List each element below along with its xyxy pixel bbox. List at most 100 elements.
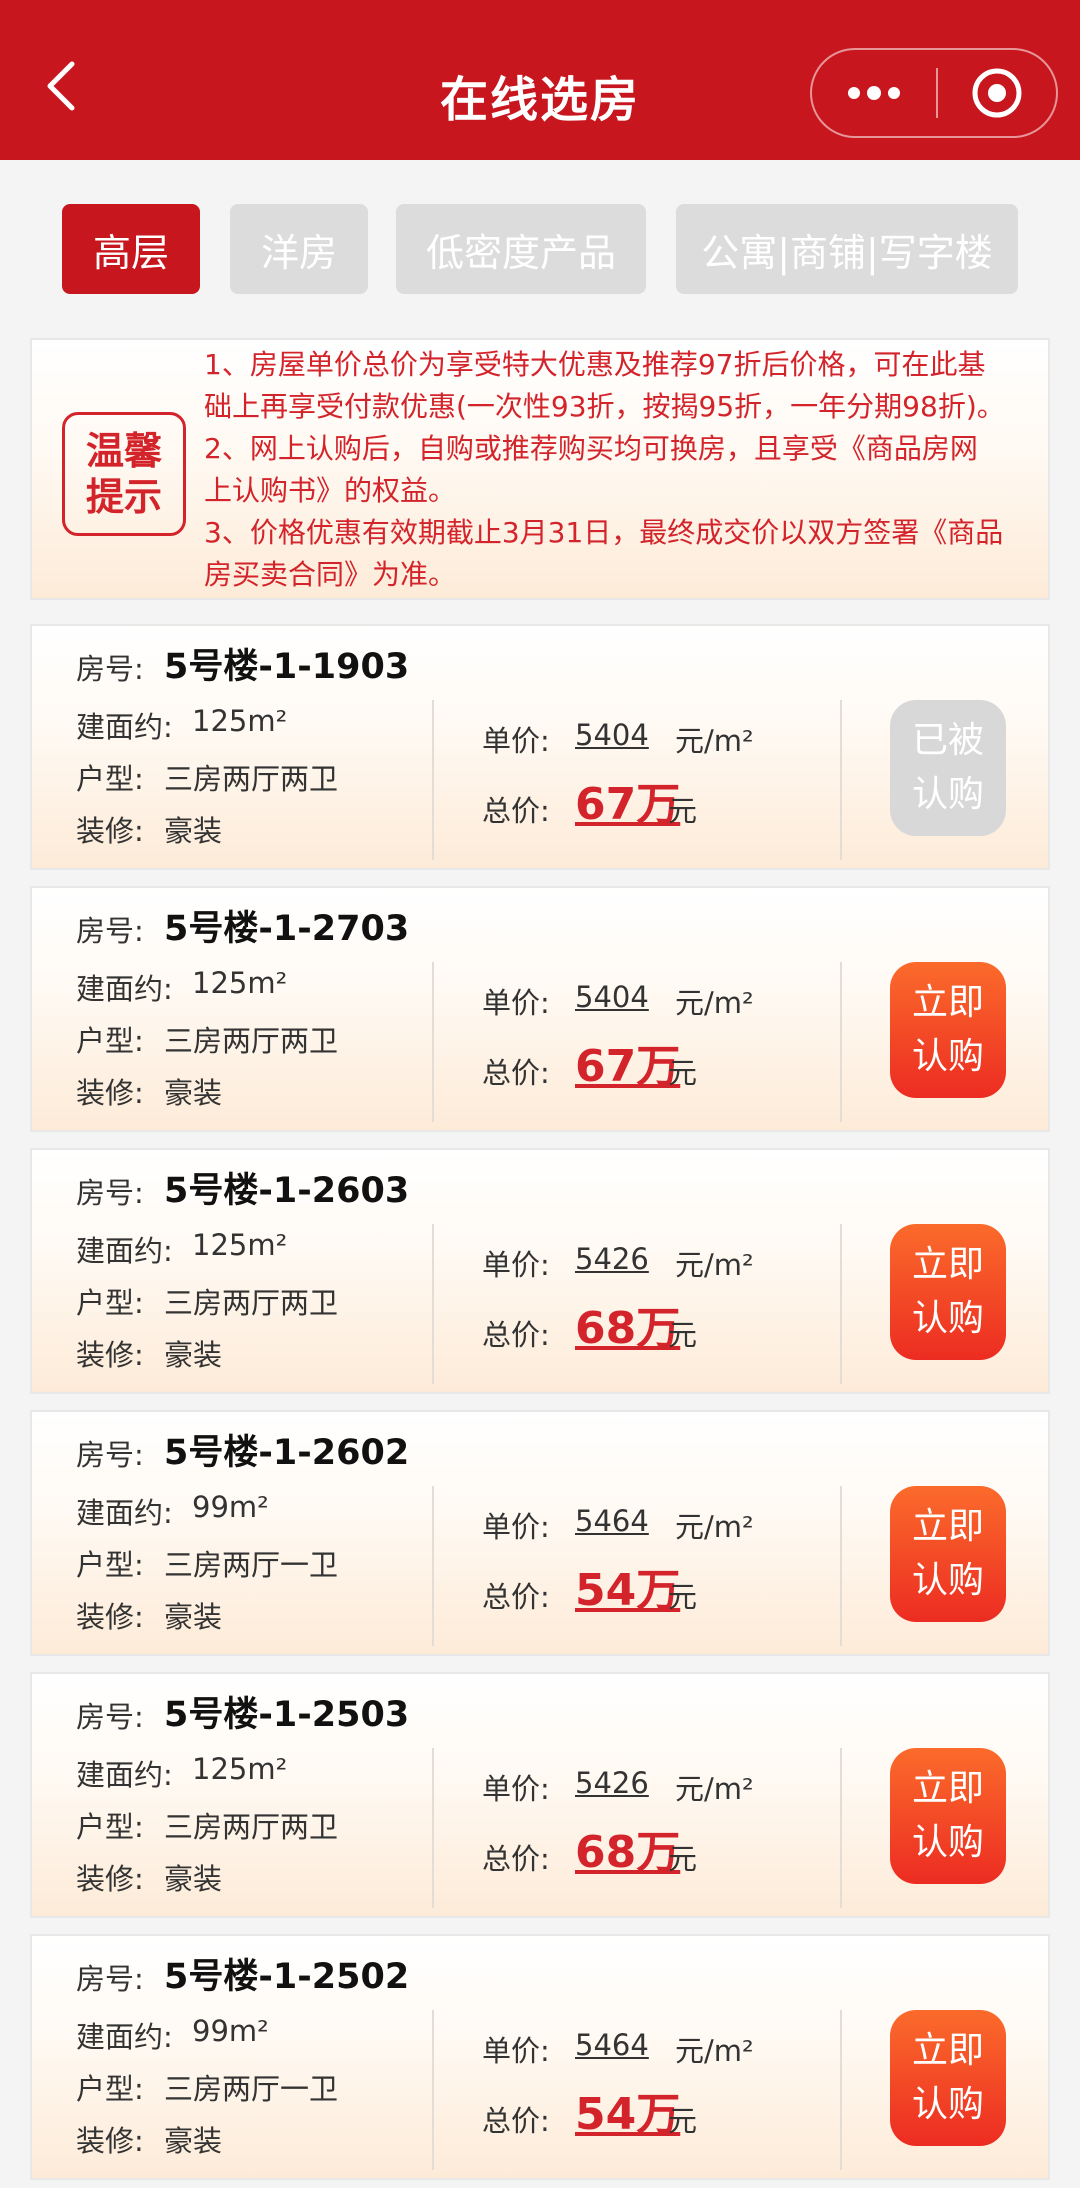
divider [432, 1748, 434, 1908]
unit-price-suffix: 元/m² [675, 986, 754, 1020]
type-label: 户型: [76, 762, 144, 796]
unit-price-value: 5404 [575, 980, 649, 1014]
room-no-label: 房号: [76, 652, 144, 686]
room-no-label: 房号: [76, 1438, 144, 1472]
room-number: 5号楼-1-2503 [164, 1695, 410, 1735]
divider [840, 962, 842, 1122]
unit-price-suffix: 元/m² [675, 724, 754, 758]
notice-badge: 温馨 提示 [62, 412, 186, 536]
divider [432, 1486, 434, 1646]
target-close-icon [972, 68, 1022, 118]
decoration-label: 装修: [76, 1600, 144, 1634]
tab-yangfang[interactable]: 洋房 [230, 204, 368, 294]
area-value: 125m² [192, 1752, 288, 1786]
house-card: 房号: 5号楼-1-2502 建面约: 99m² 户型: 三房两厅一卫 装修: … [30, 1934, 1050, 2180]
tab-apartment-shop-office[interactable]: 公寓|商铺|写字楼 [676, 204, 1018, 294]
tab-gaoceng[interactable]: 高层 [62, 204, 200, 294]
total-price-value: 68万 [575, 1827, 681, 1878]
notice-badge-line1: 温馨 [85, 429, 162, 473]
decoration-label: 装修: [76, 1338, 144, 1372]
unit-price-value: 5464 [575, 2028, 649, 2062]
room-number: 5号楼-1-2603 [164, 1171, 410, 1211]
total-price-label: 总价: [482, 1842, 550, 1876]
unit-price-label: 单价: [482, 986, 550, 1020]
area-value: 99m² [192, 2014, 269, 2048]
button-line: 认购 [911, 1822, 984, 1863]
room-number: 5号楼-1-1903 [164, 647, 410, 687]
button-line: 认购 [911, 1298, 984, 1339]
button-line: 已被 [911, 720, 984, 761]
type-label: 户型: [76, 1024, 144, 1058]
room-number: 5号楼-1-2502 [164, 1957, 410, 1997]
unit-price-label: 单价: [482, 1772, 550, 1806]
unit-price-value: 5464 [575, 1504, 649, 1538]
decoration-label: 装修: [76, 814, 144, 848]
unit-price-value: 5426 [575, 1242, 649, 1276]
total-price-suffix: 元 [668, 1318, 698, 1352]
unit-price-suffix: 元/m² [675, 1510, 754, 1544]
decoration-value: 豪装 [164, 814, 223, 848]
notice-badge-line2: 提示 [85, 475, 162, 519]
tab-low-density[interactable]: 低密度产品 [396, 204, 646, 294]
unit-price-value: 5404 [575, 718, 649, 752]
total-price-label: 总价: [482, 2104, 550, 2138]
category-tabs: 高层 洋房 低密度产品 公寓|商铺|写字楼 [0, 204, 1080, 294]
button-line: 认购 [911, 2084, 984, 2125]
subscribe-now-button[interactable]: 立即 认购 [890, 1224, 1006, 1360]
area-label: 建面约: [76, 1758, 173, 1792]
decoration-value: 豪装 [164, 1600, 223, 1634]
type-value: 三房两厅一卫 [164, 1548, 339, 1582]
divider [432, 700, 434, 860]
unit-price-label: 单价: [482, 724, 550, 758]
divider [840, 700, 842, 860]
decoration-value: 豪装 [164, 1338, 223, 1372]
notice-text: 1、房屋单价总价为享受特大优惠及推荐97折后价格，可在此基 础上再享受付款优惠(… [204, 344, 1044, 596]
button-line: 立即 [911, 1768, 984, 1809]
total-price-value: 54万 [575, 1565, 681, 1616]
total-price-suffix: 元 [668, 2104, 698, 2138]
notice-line: 3、价格优惠有效期截止3月31日，最终成交价以双方签署《商品 [204, 516, 1004, 549]
total-price-value: 68万 [575, 1303, 681, 1354]
divider [432, 1224, 434, 1384]
decoration-label: 装修: [76, 1076, 144, 1110]
subscribe-now-button[interactable]: 立即 认购 [890, 1486, 1006, 1622]
subscribe-now-button[interactable]: 立即 认购 [890, 962, 1006, 1098]
button-line: 认购 [911, 1036, 984, 1077]
notice-line: 上认购书》的权益。 [204, 474, 457, 507]
total-price-value: 67万 [575, 1041, 681, 1092]
decoration-label: 装修: [76, 1862, 144, 1896]
room-no-label: 房号: [76, 914, 144, 948]
navbar: 在线选房 [0, 0, 1080, 160]
unit-price-label: 单价: [482, 1248, 550, 1282]
notice-line: 2、网上认购后，自购或推荐购买均可换房，且享受《商品房网 [204, 432, 978, 465]
subscribe-now-button[interactable]: 立即 认购 [890, 2010, 1006, 2146]
area-label: 建面约: [76, 710, 173, 744]
room-no-label: 房号: [76, 1700, 144, 1734]
area-label: 建面约: [76, 1234, 173, 1268]
room-no-label: 房号: [76, 1962, 144, 1996]
button-line: 立即 [911, 982, 984, 1023]
house-card: 房号: 5号楼-1-2603 建面约: 125m² 户型: 三房两厅两卫 装修:… [30, 1148, 1050, 1394]
area-value: 125m² [192, 966, 288, 1000]
more-button[interactable] [812, 50, 936, 136]
area-label: 建面约: [76, 972, 173, 1006]
type-value: 三房两厅两卫 [164, 1024, 339, 1058]
type-value: 三房两厅两卫 [164, 762, 339, 796]
notice-line: 1、房屋单价总价为享受特大优惠及推荐97折后价格，可在此基 [204, 348, 986, 381]
house-card: 房号: 5号楼-1-2703 建面约: 125m² 户型: 三房两厅两卫 装修:… [30, 886, 1050, 1132]
divider [840, 1224, 842, 1384]
area-value: 125m² [192, 1228, 288, 1262]
total-price-suffix: 元 [668, 1842, 698, 1876]
close-button[interactable] [938, 50, 1056, 136]
subscribe-now-button[interactable]: 立即 认购 [890, 1748, 1006, 1884]
type-label: 户型: [76, 2072, 144, 2106]
area-label: 建面约: [76, 2020, 173, 2054]
total-price-label: 总价: [482, 1056, 550, 1090]
total-price-suffix: 元 [668, 1580, 698, 1614]
divider [840, 1486, 842, 1646]
total-price-suffix: 元 [668, 1056, 698, 1090]
more-dots-icon [848, 86, 900, 100]
type-label: 户型: [76, 1810, 144, 1844]
total-price-suffix: 元 [668, 794, 698, 828]
room-number: 5号楼-1-2703 [164, 909, 410, 949]
